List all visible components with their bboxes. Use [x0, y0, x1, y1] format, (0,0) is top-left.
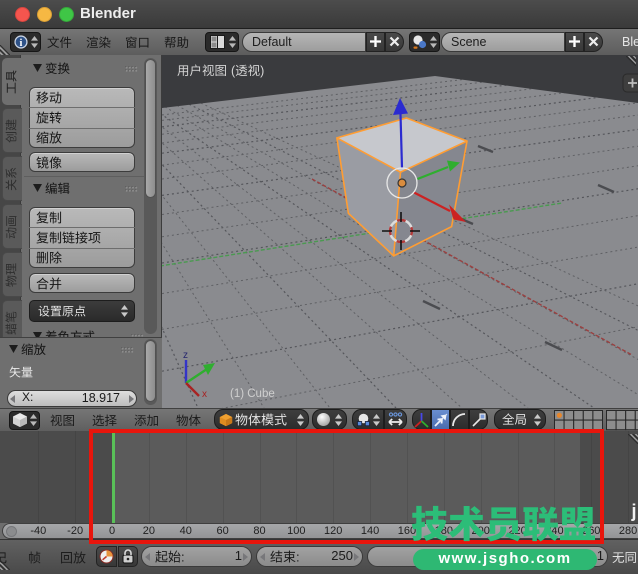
svg-text:(: (: [231, 64, 236, 78]
svg-text:z: z: [183, 350, 188, 361]
svg-text:i: i: [20, 38, 23, 49]
svg-text:x: x: [202, 389, 207, 400]
svg-text:): ): [260, 64, 264, 78]
